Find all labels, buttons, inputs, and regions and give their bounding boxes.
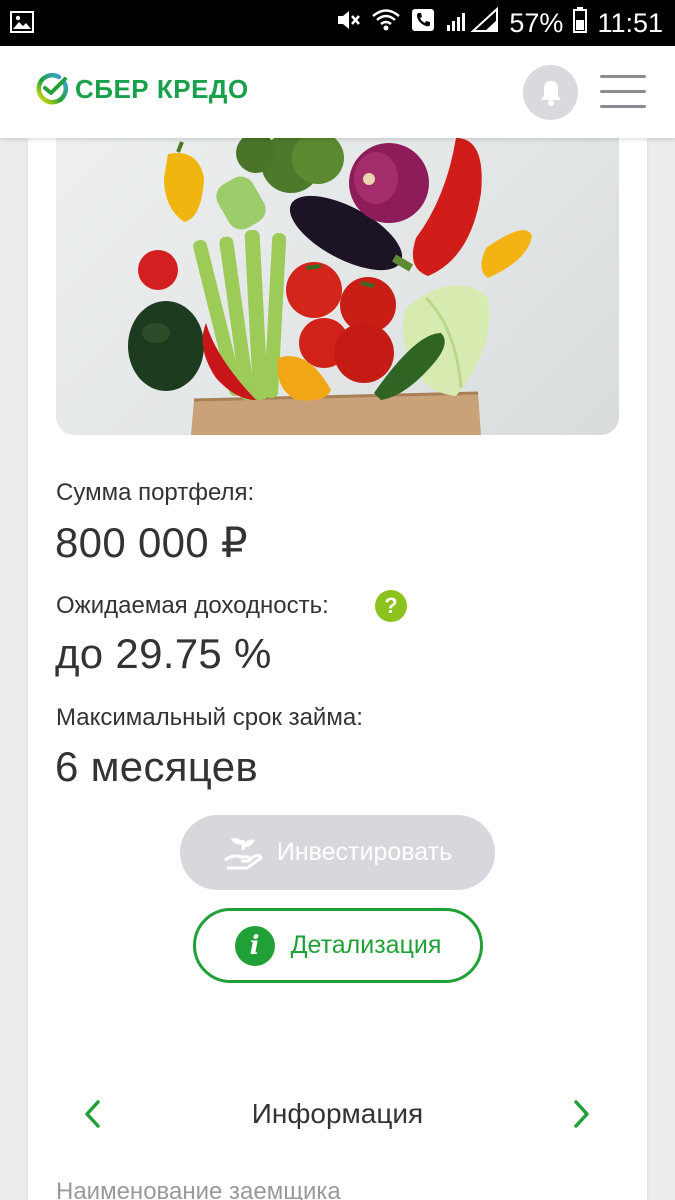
bell-icon [540,80,561,106]
clock: 11:51 [597,7,663,38]
menu-line-icon [600,90,646,93]
portfolio-sum-label: Сумма портфеля: [56,479,255,506]
wifi-call-icon [371,7,401,40]
menu-line-icon [600,105,646,108]
max-term-value: 6 месяцев [55,743,258,790]
chevron-right-icon[interactable] [566,1096,596,1132]
notifications-button[interactable] [523,65,578,120]
battery-percent: 57% [509,7,564,38]
details-button-label: Детализация [290,931,442,959]
portfolio-card: Сумма портфеля: 800 000 ₽ Ожидаемая дохо… [28,138,647,1200]
mute-icon [335,7,361,40]
hamburger-menu-button[interactable] [600,75,648,109]
info-icon: i [234,925,275,966]
info-section-nav: Информация [28,1088,647,1138]
menu-line-icon [600,75,646,78]
gallery-notification-icon [10,11,34,38]
vegetables-image [56,138,619,435]
app-header: СБЕР КРЕДО [0,46,675,138]
expected-yield-value: до 29.75 % [55,630,272,677]
info-section-title: Информация [251,1098,424,1129]
hand-plant-icon [223,837,263,869]
phone-icon [411,8,435,39]
details-button[interactable]: i Детализация [193,908,483,983]
invest-button[interactable]: Инвестировать [180,815,495,890]
expected-yield-label: Ожидаемая доходность: [56,592,329,619]
yield-help-icon[interactable]: ? [375,590,407,622]
invest-button-label: Инвестировать [276,838,453,866]
status-bar: 57% 11:51 [0,0,675,46]
sber-logo-icon [36,73,68,105]
portfolio-sum-value: 800 000 ₽ [55,519,248,566]
brand-logo[interactable]: СБЕР КРЕДО [36,73,249,105]
borrower-name-label: Наименование заемщика [56,1178,341,1200]
signal-icon [445,6,499,40]
battery-icon [573,6,588,40]
brand-name: СБЕР КРЕДО [75,73,249,104]
max-term-label: Максимальный срок займа: [56,704,363,731]
